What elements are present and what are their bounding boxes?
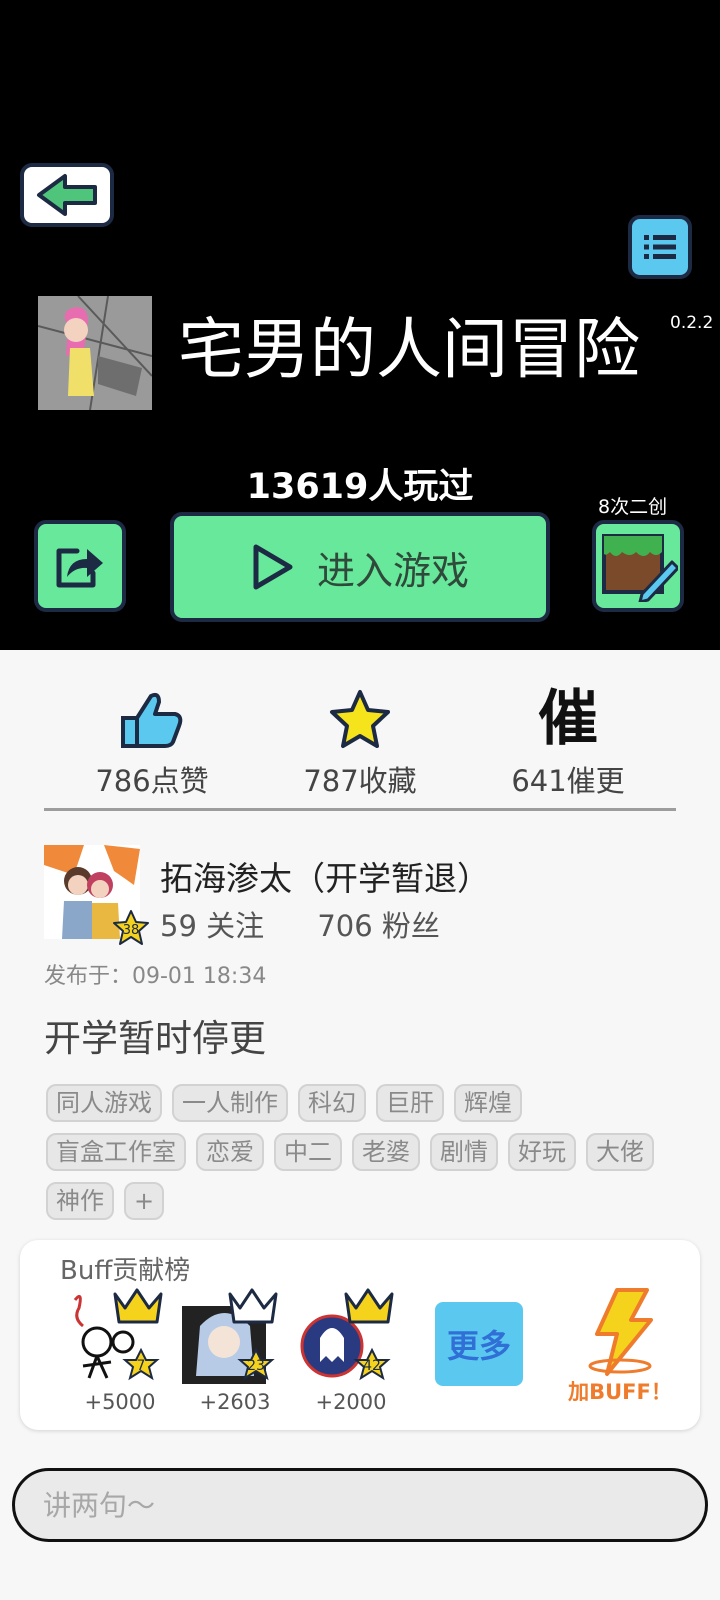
buff-score-2: +2603 — [199, 1390, 271, 1414]
play-icon — [253, 544, 293, 590]
comment-box[interactable] — [12, 1468, 708, 1542]
tag[interactable]: 老婆 — [352, 1133, 420, 1171]
likes-stat[interactable]: 786点赞 — [52, 686, 252, 800]
user-level-1: 7 — [137, 1358, 146, 1374]
tag[interactable]: 中二 — [274, 1133, 342, 1171]
comment-input[interactable] — [15, 1471, 705, 1539]
tag-list: 同人游戏 一人制作 科幻 巨肝 辉煌 盲盒工作室 恋爱 中二 老婆 剧情 好玩 … — [46, 1084, 686, 1231]
enter-game-label: 进入游戏 — [316, 548, 469, 593]
level-star-icon: 38 — [113, 910, 149, 945]
favorites-count: 787收藏 — [303, 764, 417, 798]
list-icon — [644, 235, 676, 259]
tag[interactable]: 盲盒工作室 — [46, 1133, 186, 1171]
buff-user-3[interactable]: 42 — [296, 1286, 406, 1384]
lightning-icon — [588, 1288, 653, 1376]
author-name[interactable]: 拓海渗太（开学暂退） — [160, 852, 490, 900]
divider — [44, 808, 676, 811]
buff-score-3: +2000 — [315, 1390, 387, 1414]
urge-stat[interactable]: 催 641催更 — [468, 686, 668, 800]
update-notice: 开学暂时停更 — [44, 1017, 266, 1060]
version-label: 0.2.2 — [670, 313, 714, 333]
tag[interactable]: 辉煌 — [454, 1084, 522, 1122]
tag[interactable]: 同人游戏 — [46, 1084, 162, 1122]
game-header: 宅男的人间冒险 0.2.2 13619人玩过 进入游戏 8次二创 — [0, 0, 720, 650]
back-button[interactable] — [20, 163, 114, 227]
urge-count: 641催更 — [511, 764, 625, 798]
favorites-stat[interactable]: 787收藏 — [260, 686, 460, 800]
game-cover-image — [38, 296, 152, 410]
share-button[interactable] — [34, 520, 126, 612]
enter-game-button[interactable]: 进入游戏 — [170, 512, 550, 622]
likes-count: 786点赞 — [95, 764, 209, 798]
edit-map-icon — [602, 534, 678, 602]
add-buff-label: 加BUFF！ — [568, 1380, 672, 1404]
tag[interactable]: 科幻 — [298, 1084, 366, 1122]
buff-user-1[interactable]: 7 — [65, 1286, 175, 1384]
tag[interactable]: 巨肝 — [376, 1084, 444, 1122]
add-buff-button[interactable]: 加BUFF！ — [565, 1286, 675, 1404]
arrow-left-icon — [37, 174, 97, 216]
game-title: 宅男的人间冒险 — [178, 311, 640, 388]
user-avatar-2: 23 — [182, 1288, 278, 1388]
more-button[interactable]: 更多 — [435, 1302, 523, 1386]
author-stats: 59 关注 706 粉丝 — [160, 903, 484, 945]
user-level-2: 23 — [247, 1358, 265, 1374]
buff-leaderboard: Buff贡献榜 7 +5000 23 +2603 42 +2000 更多 加BU… — [20, 1240, 700, 1430]
urge-icon: 催 — [538, 684, 598, 754]
buff-title: Buff贡献榜 — [60, 1256, 191, 1286]
tag[interactable]: 神作 — [46, 1182, 114, 1220]
thumbs-up-icon — [121, 692, 183, 748]
user-avatar-1: 7 — [73, 1288, 163, 1381]
share-icon — [56, 548, 103, 588]
tag[interactable]: 剧情 — [430, 1133, 498, 1171]
user-avatar-3: 42 — [300, 1288, 394, 1381]
publish-date: 发布于：09-01 18:34 — [44, 964, 267, 989]
user-level-3: 42 — [363, 1358, 381, 1374]
buff-score-1: +5000 — [84, 1390, 156, 1414]
tag[interactable]: 恋爱 — [196, 1133, 264, 1171]
author-level: 38 — [123, 923, 140, 938]
following-count: 59 关注 — [160, 909, 265, 943]
menu-button[interactable] — [628, 215, 692, 279]
tag[interactable]: 大佬 — [586, 1133, 654, 1171]
add-tag-button[interactable]: + — [124, 1182, 165, 1220]
derivative-count: 8次二创 — [598, 496, 668, 518]
tag[interactable]: 一人制作 — [172, 1084, 288, 1122]
buff-user-2[interactable]: 23 — [180, 1286, 290, 1388]
star-icon — [330, 690, 390, 748]
create-derivative-button[interactable] — [592, 520, 684, 612]
followers-count: 706 粉丝 — [317, 909, 440, 943]
tag[interactable]: 好玩 — [508, 1133, 576, 1171]
